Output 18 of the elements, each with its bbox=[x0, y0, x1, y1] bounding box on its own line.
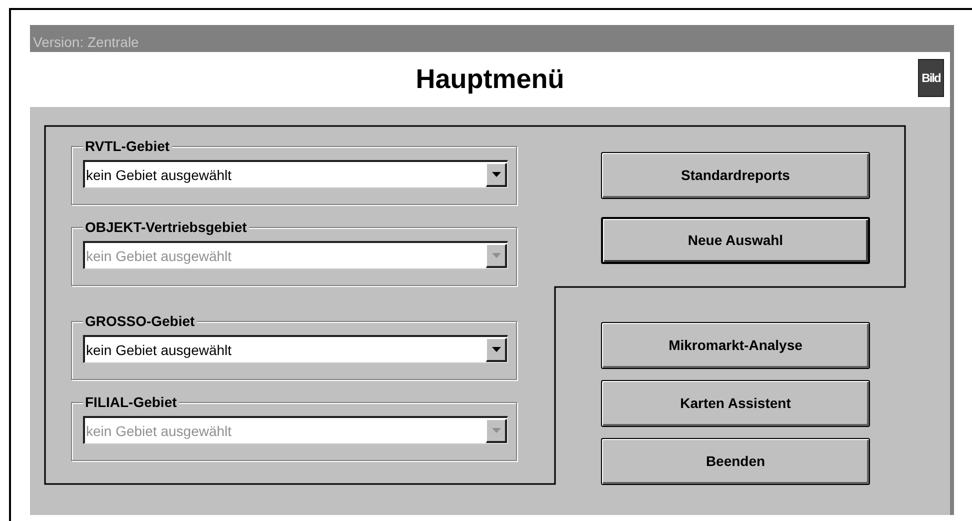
menu-button[interactable]: Neue Auswahl bbox=[601, 217, 870, 264]
menu-button[interactable]: Standardreports bbox=[601, 152, 870, 199]
window-title: Version: Zentrale bbox=[33, 35, 139, 49]
menu-button[interactable]: Beenden bbox=[601, 438, 870, 485]
dropdown-value: kein Gebiet ausgewählt bbox=[85, 424, 233, 438]
dropdown-field[interactable]: kein Gebiet ausgewählt bbox=[83, 160, 508, 188]
menu-button[interactable]: Karten Assistent bbox=[601, 380, 870, 427]
dropdown-value: kein Gebiet ausgewählt bbox=[85, 248, 233, 262]
group-label: FILIAL-Gebiet bbox=[83, 394, 179, 410]
dropdown-value: kein Gebiet ausgewählt bbox=[85, 168, 233, 182]
group-label: GROSSO-Gebiet bbox=[83, 313, 197, 329]
dropdown-value: kein Gebiet ausgewählt bbox=[85, 342, 233, 356]
group-label: RVTL-Gebiet bbox=[83, 138, 172, 154]
page-title: Hauptmenü bbox=[416, 66, 564, 93]
logo: Bild bbox=[918, 59, 944, 97]
group-label: OBJEKT-Vertriebsgebiet bbox=[83, 219, 249, 235]
menu-button[interactable]: Mikromarkt-Analyse bbox=[601, 322, 870, 369]
dropdown-field[interactable]: kein Gebiet ausgewählt bbox=[83, 335, 508, 363]
